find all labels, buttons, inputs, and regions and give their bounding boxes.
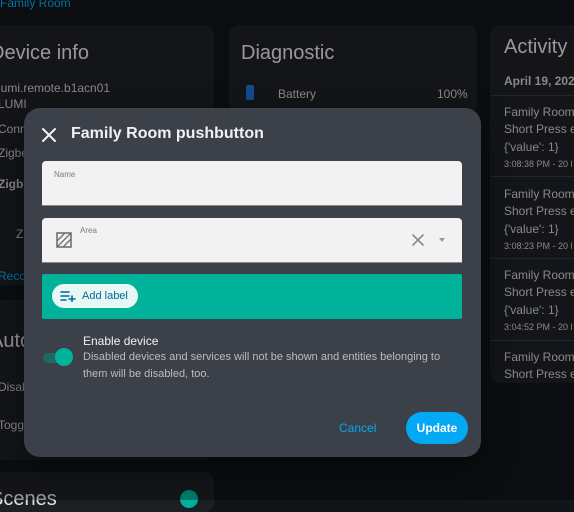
area-field-value: Family Room (80, 239, 145, 251)
add-label-button[interactable]: Add label (52, 284, 138, 308)
area-field-label: Area (80, 226, 97, 235)
close-icon[interactable] (40, 126, 58, 144)
enable-device-description: Disabled devices and services will not b… (83, 351, 441, 380)
area-field[interactable]: Area Family Room (42, 218, 462, 263)
device-settings-dialog: Family Room pushbutton Name Family Room … (24, 108, 481, 457)
enable-device-toggle[interactable] (43, 348, 73, 368)
dialog-title: Family Room pushbutton (71, 125, 264, 142)
enable-device-title: Enable device (83, 334, 159, 348)
name-field[interactable]: Name Family Room pushbutton (42, 161, 462, 206)
toggle-knob (55, 348, 73, 366)
clear-icon[interactable] (412, 234, 424, 246)
update-button[interactable]: Update (406, 412, 468, 444)
labels-section: Add label (42, 274, 462, 319)
chevron-down-icon[interactable] (439, 238, 445, 242)
add-label-text: Add label (82, 290, 128, 302)
name-field-label: Name (54, 170, 76, 179)
name-field-value: Family Room pushbutton (54, 181, 177, 193)
label-add-icon (60, 291, 76, 302)
cancel-button[interactable]: Cancel (339, 421, 376, 435)
area-icon (56, 232, 72, 248)
